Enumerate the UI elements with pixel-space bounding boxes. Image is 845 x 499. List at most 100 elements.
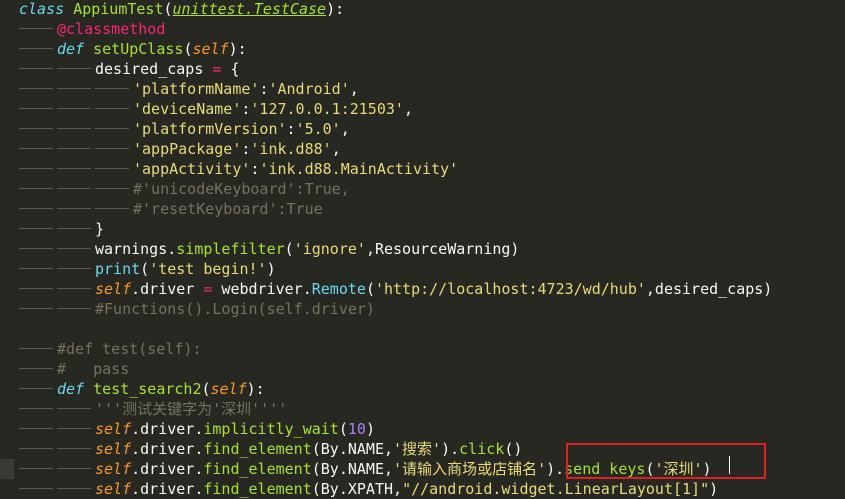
- code-token: .driver.: [131, 420, 204, 438]
- code-line[interactable]: }: [0, 219, 845, 239]
- code-line[interactable]: self.driver = webdriver.Remote('http://l…: [0, 279, 845, 299]
- code-line[interactable]: 'appActivity':'ink.d88.MainActivity': [0, 159, 845, 179]
- code-line[interactable]: '''测试关键字为'深圳'''': [0, 399, 845, 419]
- code-text: 'deviceName':'127.0.0.1:21503',: [133, 99, 413, 119]
- line-gutter: [0, 399, 14, 419]
- code-token: AppiumTest: [73, 0, 164, 18]
- indent-guide: [19, 448, 53, 449]
- line-gutter: [0, 19, 14, 39]
- line-gutter: [0, 179, 14, 199]
- code-line[interactable]: 'platformVersion':'5.0',: [0, 119, 845, 139]
- code-token: @classmethod: [57, 20, 166, 38]
- code-token: ): [266, 260, 276, 278]
- code-token: self: [95, 440, 132, 458]
- indent-guide: [19, 228, 53, 229]
- line-gutter: [0, 299, 14, 319]
- code-text: #'unicodeKeyboard':True,: [133, 179, 350, 199]
- line-gutter: [0, 439, 14, 459]
- code-token: (: [284, 240, 294, 258]
- indent-guide: [19, 368, 53, 369]
- indent-guide: [95, 168, 129, 169]
- code-line[interactable]: def setUpClass(self):: [0, 39, 845, 59]
- code-text: def setUpClass(self):: [57, 39, 247, 59]
- code-line[interactable]: self.driver.implicitly_wait(10): [0, 419, 845, 439]
- code-line[interactable]: class AppiumTest(unittest.TestCase):: [0, 0, 845, 19]
- code-text: warnings.simplefilter('ignore',ResourceW…: [95, 239, 519, 259]
- indent-guide: [57, 148, 91, 149]
- line-gutter: [0, 59, 14, 79]
- code-token: ).: [546, 460, 565, 478]
- code-token: ):: [246, 380, 265, 398]
- indent-guide: [57, 448, 91, 449]
- code-token: ,: [331, 140, 341, 158]
- code-line[interactable]: [0, 319, 845, 339]
- code-token: ,desired_caps): [645, 280, 773, 298]
- indent-guide: [19, 308, 53, 309]
- code-token: 'appActivity': [133, 160, 251, 178]
- highlight-annotation-box: [566, 443, 766, 479]
- code-token: 'appPackage': [133, 140, 242, 158]
- indent-guide: [57, 488, 91, 489]
- code-line[interactable]: 'appPackage':'ink.d88',: [0, 139, 845, 159]
- line-gutter: [0, 99, 14, 119]
- code-token: '请输入商场或店铺名': [393, 460, 547, 478]
- indent-guide: [95, 128, 129, 129]
- indent-guide: [57, 288, 91, 289]
- indent-guide: [19, 428, 53, 429]
- indent-guide: [95, 108, 129, 109]
- indent-guide: [57, 208, 91, 209]
- code-line[interactable]: # pass: [0, 359, 845, 379]
- code-token: #def test(self):: [57, 340, 202, 358]
- code-token: (: [201, 380, 211, 398]
- code-text: 'platformVersion':'5.0',: [133, 119, 350, 139]
- text-cursor: [729, 456, 730, 474]
- code-text: print('test begin!'): [95, 259, 276, 279]
- indent-guide: [19, 468, 53, 469]
- code-token: #'unicodeKeyboard':True,: [133, 180, 350, 198]
- code-text: self.driver = webdriver.Remote('http://l…: [95, 279, 772, 299]
- code-token: 'ignore': [293, 240, 366, 258]
- code-token: {: [221, 60, 240, 78]
- code-line[interactable]: #'resetKeyboard':True: [0, 199, 845, 219]
- code-token: '''测试关键字为'深圳'''': [95, 400, 288, 418]
- code-text: self.driver.find_element(By.XPATH,"//and…: [95, 479, 718, 499]
- code-token: implicitly_wait: [203, 420, 339, 438]
- line-gutter: [0, 459, 14, 479]
- indent-guide: [19, 408, 53, 409]
- code-line[interactable]: #def test(self):: [0, 339, 845, 359]
- code-text: @classmethod: [57, 19, 165, 39]
- code-line[interactable]: desired_caps = {: [0, 59, 845, 79]
- code-token: 'platformVersion': [133, 120, 287, 138]
- code-line[interactable]: def test_search2(self):: [0, 379, 845, 399]
- code-token: ): [709, 480, 719, 498]
- code-editor[interactable]: class AppiumTest(unittest.TestCase): @cla…: [0, 0, 845, 498]
- indent-guide: [57, 468, 91, 469]
- code-text: self.driver.implicitly_wait(10): [95, 419, 375, 439]
- code-token: # pass: [57, 360, 130, 378]
- indent-guide: [95, 208, 129, 209]
- code-token: simplefilter: [176, 240, 285, 258]
- code-token: 'http://localhost:4723/wd/hub': [374, 280, 646, 298]
- code-token: (: [163, 0, 173, 18]
- indent-guide: [19, 268, 53, 269]
- code-line[interactable]: self.driver.find_element(By.XPATH,"//and…: [0, 479, 845, 499]
- code-text: #Functions().Login(self.driver): [95, 299, 375, 319]
- indent-guide: [57, 168, 91, 169]
- line-gutter: [0, 199, 14, 219]
- indent-guide: [57, 308, 91, 309]
- code-line[interactable]: #Functions().Login(self.driver): [0, 299, 845, 319]
- code-token: 'ink.d88': [250, 140, 332, 158]
- line-gutter: [0, 239, 14, 259]
- code-token: }: [95, 220, 105, 238]
- code-line[interactable]: warnings.simplefilter('ignore',ResourceW…: [0, 239, 845, 259]
- code-token: (By.NAME,: [311, 440, 394, 458]
- code-token: self: [210, 380, 247, 398]
- indent-guide: [95, 188, 129, 189]
- code-line[interactable]: print('test begin!'): [0, 259, 845, 279]
- code-line[interactable]: 'deviceName':'127.0.0.1:21503',: [0, 99, 845, 119]
- code-line[interactable]: @classmethod: [0, 19, 845, 39]
- code-token: .driver.: [131, 480, 204, 498]
- code-line[interactable]: 'platformName':'Android',: [0, 79, 845, 99]
- code-line[interactable]: #'unicodeKeyboard':True,: [0, 179, 845, 199]
